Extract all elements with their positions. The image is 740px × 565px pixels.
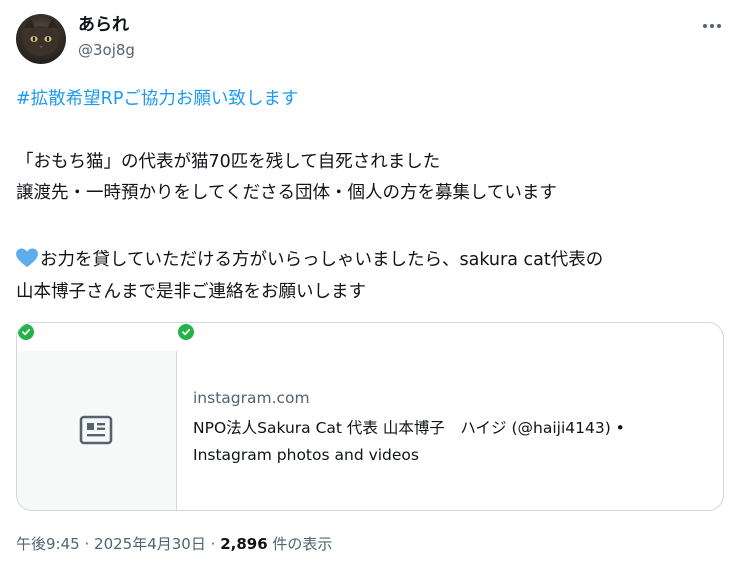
meta-separator: · (84, 535, 90, 553)
tweet-line-3: お力を貸していただける方がいらっしゃいましたら、sakura cat代表の (16, 247, 726, 276)
document-icon (79, 415, 113, 449)
card-title-line-2: Instagram photos and videos (193, 446, 419, 464)
meta-separator: · (210, 535, 216, 553)
tweet-line-4: 山本博子さんまで是非ご連絡をお願いします (16, 282, 366, 302)
card-domain: instagram.com (193, 389, 310, 407)
check-circle-icon (178, 324, 194, 340)
card-info[interactable]: instagram.com NPO法人Sakura Cat 代表 山本博子 ハイ… (193, 387, 713, 469)
tweet-date[interactable]: 2025年4月30日 (94, 535, 206, 553)
check-circle-icon (18, 324, 34, 340)
card-thumbnail[interactable] (17, 323, 177, 510)
avatar[interactable] (16, 14, 66, 64)
tweet-line-hashtag: #拡散希望RPご協力お願い致します (16, 86, 726, 112)
views-label: 件の表示 (272, 535, 333, 553)
user-handle[interactable]: @3oj8g (78, 40, 135, 60)
hashtag-link[interactable]: #拡散希望RPご協力お願い致します (16, 89, 298, 109)
views-count: 2,896 (220, 535, 268, 553)
tweet-line-1: 「おもち猫」の代表が猫70匹を残して自死されました (16, 152, 441, 172)
display-name[interactable]: あられ (78, 14, 129, 36)
card-title-line-1: NPO法人Sakura Cat 代表 山本博子 ハイジ (@haiji4143)… (193, 419, 625, 437)
tweet-line-3-text: お力を貸していただける方がいらっしゃいましたら、sakura cat代表の (40, 250, 604, 270)
tweet-meta: 午後9:45 · 2025年4月30日 · 2,896 件の表示 (16, 533, 332, 555)
more-options-icon[interactable] (698, 14, 726, 38)
tweet-time[interactable]: 午後9:45 (16, 535, 80, 553)
tweet-line-2: 譲渡先・一時預かりをしてくださる団体・個人の方を募集しています (16, 183, 557, 203)
link-preview-card[interactable]: instagram.com NPO法人Sakura Cat 代表 山本博子 ハイ… (16, 322, 724, 511)
blue-heart-icon (16, 248, 38, 276)
card-title: NPO法人Sakura Cat 代表 山本博子 ハイジ (@haiji4143)… (193, 415, 713, 469)
